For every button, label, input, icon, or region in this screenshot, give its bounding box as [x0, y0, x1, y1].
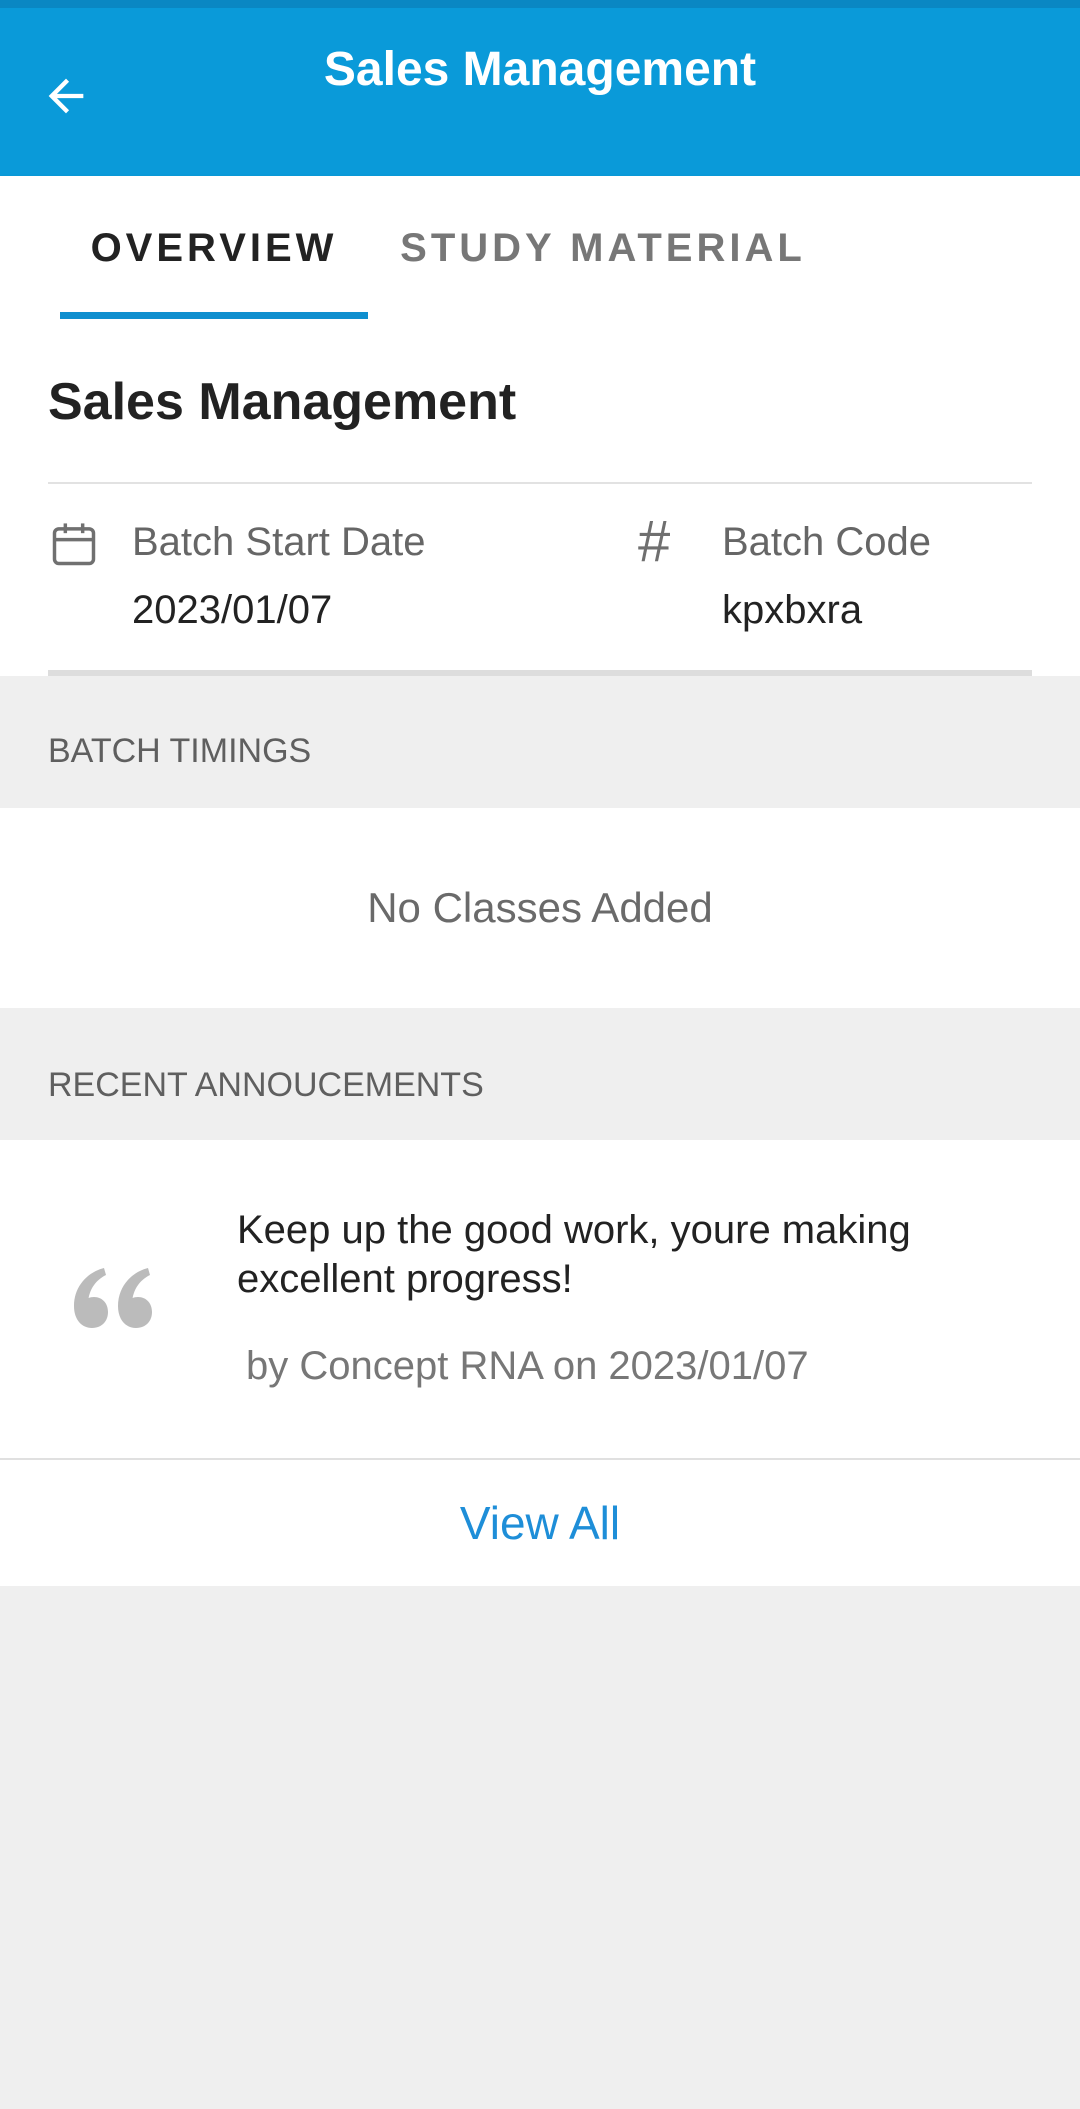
app-bar-title: Sales Management: [323, 43, 757, 96]
status-strip: [0, 0, 1080, 8]
quote-icon: [74, 1268, 152, 1328]
announcement-item[interactable]: Keep up the good work, youre making exce…: [0, 1140, 1080, 1458]
divider: [48, 482, 1032, 484]
recent-announcements-header: RECENT ANNOUCEMENTS: [0, 1008, 1080, 1140]
view-all-button[interactable]: View All: [0, 1460, 1080, 1586]
course-title: Sales Management: [48, 373, 517, 431]
batch-code-label: Batch Code: [722, 520, 932, 564]
tab-selected-indicator: [60, 312, 368, 319]
batch-start-date-label: Batch Start Date: [132, 520, 426, 564]
batch-start-date-value: 2023/01/07: [132, 588, 333, 632]
announcement-text: Keep up the good work, youre making exce…: [237, 1208, 911, 1301]
calendar-icon: [52, 523, 96, 566]
recent-announcements-title: RECENT ANNOUCEMENTS: [48, 1066, 484, 1104]
card-bottom-border: [48, 670, 1032, 676]
tab-study-material[interactable]: STUDY MATERIAL: [388, 176, 818, 320]
batch-timings-title: BATCH TIMINGS: [48, 732, 312, 770]
app-bar: Sales Management: [0, 0, 1080, 176]
overview-card: Sales Management Batch Start Date 2023/0…: [0, 320, 1080, 676]
announcement-meta: by Concept RNA on 2023/01/07: [246, 1344, 809, 1388]
tab-overview[interactable]: OVERVIEW: [60, 176, 368, 320]
tab-bar: OVERVIEW STUDY MATERIAL: [0, 176, 1080, 320]
batch-code-value: kpxbxra: [722, 588, 863, 632]
no-classes-message: No Classes Added: [0, 808, 1080, 1008]
batch-timings-header: BATCH TIMINGS: [0, 678, 1080, 808]
hash-icon: #: [638, 509, 671, 574]
